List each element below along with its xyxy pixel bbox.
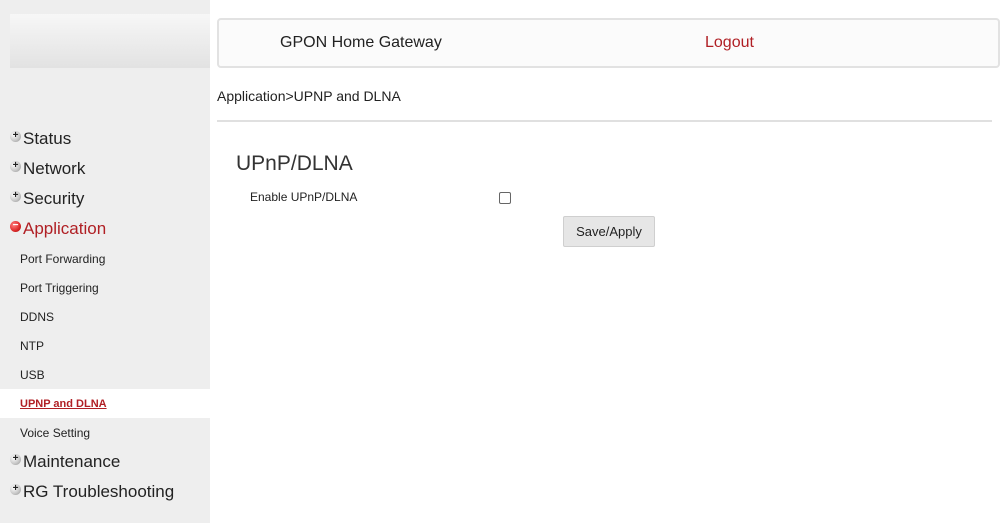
save-apply-button[interactable]: Save/Apply xyxy=(563,216,655,247)
submenu-item-voice-setting[interactable]: Voice Setting xyxy=(0,418,210,447)
plus-bullet-icon: + xyxy=(10,160,21,172)
submenu-item-port-forwarding[interactable]: Port Forwarding xyxy=(0,244,210,273)
header-title: GPON Home Gateway xyxy=(280,34,442,51)
plus-bullet-icon: + xyxy=(10,190,21,202)
logo-area xyxy=(10,14,210,68)
breadcrumb: Application>UPNP and DLNA xyxy=(217,88,401,104)
minus-bullet-icon: − xyxy=(10,220,21,232)
plus-bullet-icon: + xyxy=(10,483,21,495)
sidebar-item-label: Network xyxy=(23,159,86,178)
page-title: UPnP/DLNA xyxy=(236,152,353,175)
plus-bullet-icon: + xyxy=(10,453,21,465)
plus-bullet-icon: + xyxy=(10,130,21,142)
logout-link[interactable]: Logout xyxy=(705,34,754,52)
sidebar-menu: + Status + Network + Security − Applicat… xyxy=(0,124,210,507)
sidebar-item-status[interactable]: + Status xyxy=(0,124,210,154)
sidebar-item-network[interactable]: + Network xyxy=(0,154,210,184)
submenu-item-port-triggering[interactable]: Port Triggering xyxy=(0,273,210,302)
sidebar-item-label: Maintenance xyxy=(23,452,121,471)
sidebar-item-label: Application xyxy=(23,219,107,238)
sidebar-item-security[interactable]: + Security xyxy=(0,184,210,214)
sidebar-item-rg-troubleshooting[interactable]: + RG Troubleshooting xyxy=(0,477,210,507)
submenu-item-ddns[interactable]: DDNS xyxy=(0,302,210,331)
divider xyxy=(217,120,992,122)
sidebar-item-label: RG Troubleshooting xyxy=(23,482,175,501)
sidebar-item-maintenance[interactable]: + Maintenance xyxy=(0,447,210,477)
submenu-item-usb[interactable]: USB xyxy=(0,360,210,389)
enable-upnp-label: Enable UPnP/DLNA xyxy=(250,190,358,204)
enable-upnp-checkbox[interactable] xyxy=(499,192,511,204)
sidebar: + Status + Network + Security − Applicat… xyxy=(0,0,210,523)
sidebar-item-label: Security xyxy=(23,189,85,208)
submenu-item-ntp[interactable]: NTP xyxy=(0,331,210,360)
submenu-item-upnp-dlna[interactable]: UPNP and DLNA xyxy=(0,389,210,418)
sidebar-item-label: Status xyxy=(23,129,72,148)
sidebar-item-application[interactable]: − Application xyxy=(0,214,210,244)
header-bar: GPON Home Gateway Logout xyxy=(217,18,1000,68)
